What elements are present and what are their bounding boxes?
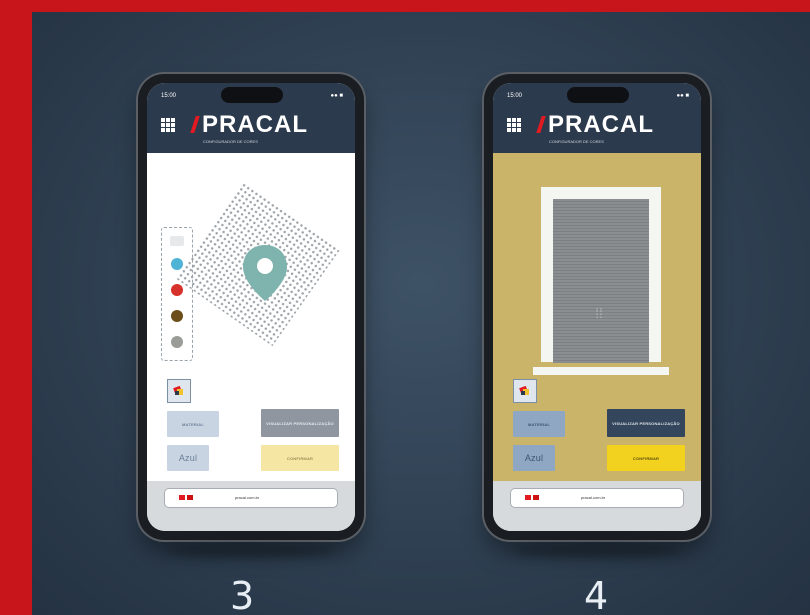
menu-grid-icon[interactable] <box>161 118 175 132</box>
url-text: pracal.com.br <box>581 495 606 500</box>
phone-shadow <box>512 544 682 558</box>
status-icons: ●● ■ <box>330 93 343 99</box>
url-bar[interactable]: pracal.com.br <box>165 489 337 507</box>
tone-button[interactable]: Azul <box>513 445 555 471</box>
swatch-white[interactable] <box>170 236 184 246</box>
flag-icon <box>187 495 193 500</box>
logo-mark <box>536 116 546 133</box>
status-time: 15:00 <box>161 93 177 99</box>
showcase-background: 15:00 ●● ■ PRACAL CONFIGURADOR DE CORES <box>32 12 810 615</box>
flag-icon <box>179 495 185 500</box>
logo-mark <box>190 116 200 133</box>
swatch-red[interactable] <box>171 284 183 296</box>
paint-bucket-button[interactable] <box>167 379 191 403</box>
logo-tagline: CONFIGURADOR DE CORES <box>549 139 604 144</box>
swatch-brown[interactable] <box>171 310 183 322</box>
paint-bucket-icon <box>173 385 183 395</box>
map-canvas[interactable]: MATERIAL VISUALIZAR PERSONALIZAÇÃO Azul … <box>147 153 355 481</box>
swatch-grey[interactable] <box>171 336 183 348</box>
material-button[interactable]: MATERIAL <box>513 411 565 437</box>
status-icons: ●● ■ <box>676 93 689 99</box>
app-header: 15:00 ●● ■ PRACAL CONFIGURADOR DE CORES <box>147 83 355 153</box>
logo-text: PRACAL <box>548 111 654 138</box>
swatch-blue[interactable] <box>171 258 183 270</box>
window-shutter <box>553 199 649 363</box>
paint-bucket-icon <box>519 385 529 395</box>
step-number: 3 <box>230 574 255 615</box>
window-sill <box>533 367 669 375</box>
preview-button[interactable]: VISUALIZAR PERSONALIZAÇÃO <box>261 409 339 437</box>
confirm-button[interactable]: CONFIRMAR <box>607 445 685 471</box>
phone-shadow <box>166 544 336 558</box>
confirm-button[interactable]: CONFIRMAR <box>261 445 339 471</box>
camera-notch <box>567 87 629 103</box>
color-palette <box>161 227 193 361</box>
status-time: 15:00 <box>507 93 523 99</box>
preview-button[interactable]: VISUALIZAR PERSONALIZAÇÃO <box>607 409 685 437</box>
app-header: 15:00 ●● ■ PRACAL CONFIGURADOR DE CORES <box>493 83 701 153</box>
phone-step-4: 15:00 ●● ■ PRACAL CONFIGURADOR DE CORES … <box>484 74 710 540</box>
camera-notch <box>221 87 283 103</box>
url-bar[interactable]: pracal.com.br <box>511 489 683 507</box>
phone-screen: 15:00 ●● ■ PRACAL CONFIGURADOR DE CORES … <box>493 83 701 531</box>
window-handle-icon: ⁞⁞ <box>595 305 603 321</box>
location-pin-icon[interactable] <box>239 243 291 303</box>
flag-icon <box>525 495 531 500</box>
wall-preview-canvas[interactable]: ⁞⁞ MATERIAL VISUALIZAR PERSONALIZAÇÃO Az… <box>493 153 701 481</box>
url-text: pracal.com.br <box>235 495 260 500</box>
phone-step-3: 15:00 ●● ■ PRACAL CONFIGURADOR DE CORES <box>138 74 364 540</box>
paint-bucket-button[interactable] <box>513 379 537 403</box>
menu-grid-icon[interactable] <box>507 118 521 132</box>
logo-text: PRACAL <box>202 111 308 138</box>
flag-icon <box>533 495 539 500</box>
phone-screen: 15:00 ●● ■ PRACAL CONFIGURADOR DE CORES <box>147 83 355 531</box>
step-number: 4 <box>584 574 609 615</box>
tone-button[interactable]: Azul <box>167 445 209 471</box>
logo-tagline: CONFIGURADOR DE CORES <box>203 139 258 144</box>
material-button[interactable]: MATERIAL <box>167 411 219 437</box>
